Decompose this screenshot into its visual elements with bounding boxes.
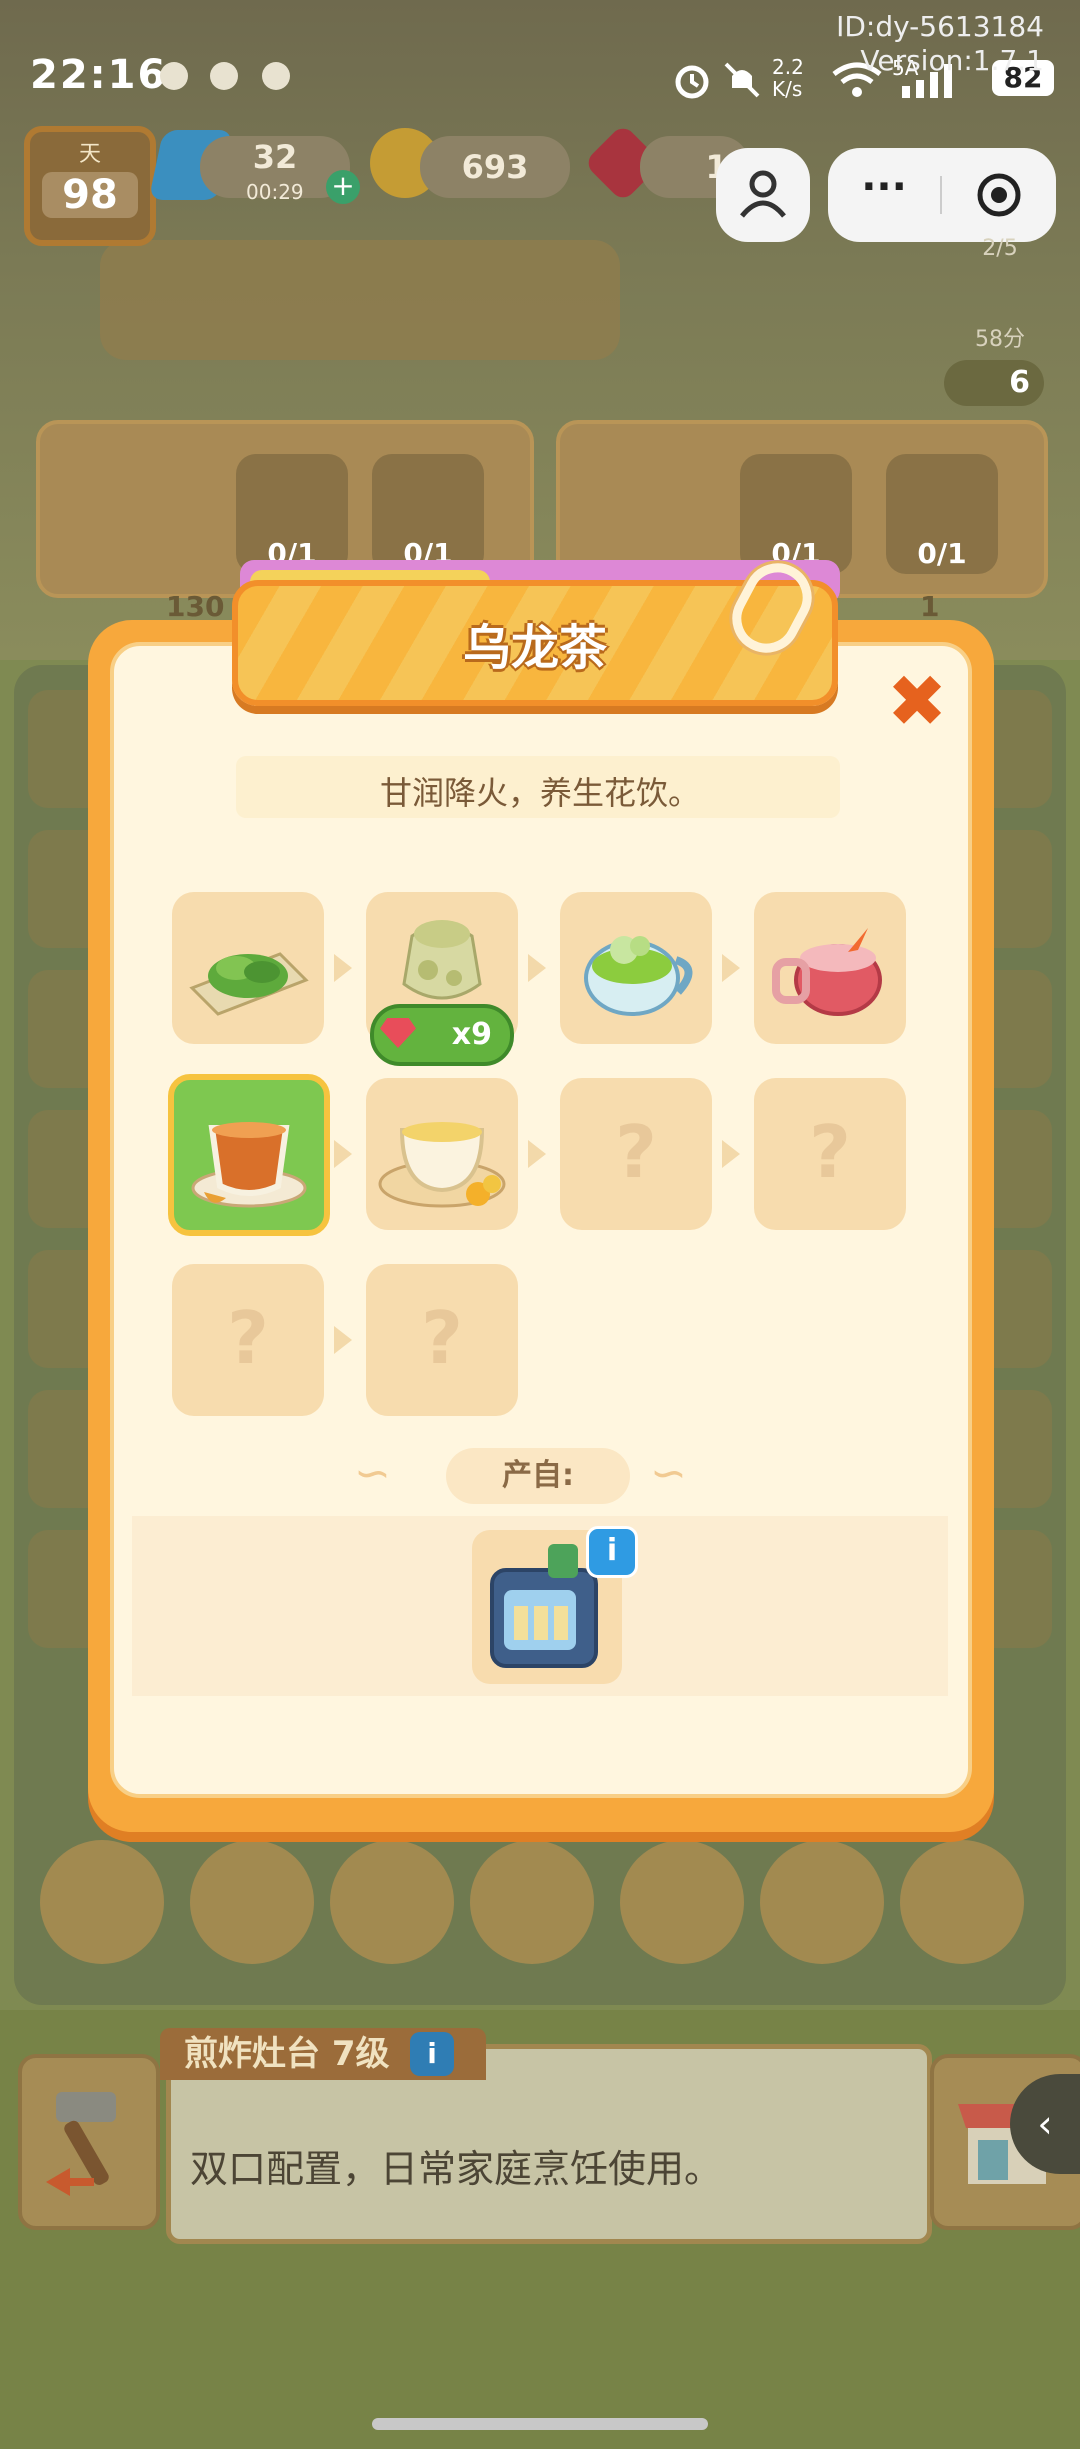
order-count: 130: [166, 590, 225, 623]
hammer-icon: [46, 2092, 116, 2196]
board-item[interactable]: [330, 1840, 454, 1964]
side-timer-minutes: 58分: [975, 327, 1025, 352]
side-timer-count: 2/5: [982, 236, 1018, 261]
unknown-item-icon: ?: [615, 1110, 657, 1194]
order-slot: 0/1: [236, 454, 348, 574]
day-label: 天: [78, 142, 101, 167]
chevron-left-icon: ‹: [1037, 2102, 1053, 2146]
day-counter: 天 98: [24, 126, 156, 246]
background-shelf: [100, 240, 620, 360]
chain-arrow: [528, 1140, 546, 1168]
close-button[interactable]: ✖: [884, 665, 950, 737]
board-item[interactable]: [760, 1840, 884, 1964]
board-item[interactable]: [900, 1840, 1024, 1964]
order-progress: 0/1: [917, 537, 967, 570]
green-tea-cup-icon: [584, 936, 693, 1016]
chain-slot-locked[interactable]: ?: [366, 1264, 518, 1416]
source-info-button[interactable]: i: [586, 1526, 638, 1578]
order-slot: 0/1: [886, 454, 998, 574]
chain-arrow: [334, 954, 352, 982]
chain-arrow: [722, 1140, 740, 1168]
order-slot: 0/1: [740, 454, 852, 574]
day-value: 98: [42, 172, 138, 218]
oolong-tea-icon: [191, 1122, 307, 1208]
unknown-item-icon: ?: [421, 1296, 463, 1380]
tea-leaves-icon: [189, 952, 309, 1016]
id-text: ID:dy-5613184: [836, 10, 1044, 43]
modal-description: 甘润降火，养生花饮。: [379, 774, 700, 812]
source-label: 产自:: [446, 1448, 630, 1504]
chain-arrow: [334, 1326, 352, 1354]
chain-arrow: [334, 1140, 352, 1168]
miniprogram-capsule: ···: [828, 148, 1056, 242]
coin-value: 693: [461, 148, 529, 186]
info-panel-badge[interactable]: i: [410, 2032, 454, 2076]
stars-badge[interactable]: 6: [944, 360, 1044, 406]
more-button[interactable]: ···: [828, 140, 940, 234]
status-time: 22:16: [30, 52, 168, 98]
chain-slot-current[interactable]: [168, 1074, 330, 1236]
notification-icon: [262, 62, 290, 90]
chain-slot-locked[interactable]: ?: [560, 1078, 712, 1230]
swirl-ornament-left: ∽: [354, 1448, 391, 1499]
close-icon: ✖: [886, 659, 948, 743]
unlock-price: x9: [451, 1017, 492, 1052]
coin-pill[interactable]: 693: [420, 136, 570, 198]
chain-slot-locked[interactable]: ?: [754, 1078, 906, 1230]
capsule-divider: [940, 176, 942, 214]
board-item[interactable]: [190, 1840, 314, 1964]
chain-arrow: [722, 954, 740, 982]
debug-overlay: ID:dy-5613184 Version:1.7.1: [836, 10, 1044, 78]
order-slot: 0/1: [372, 454, 484, 574]
close-miniprogram-icon[interactable]: [974, 170, 1024, 220]
mute-icon: [724, 62, 760, 98]
chain-slot-locked[interactable]: ?: [172, 1264, 324, 1416]
board-item[interactable]: [620, 1840, 744, 1964]
home-indicator[interactable]: [372, 2418, 708, 2430]
add-energy-button[interactable]: +: [326, 170, 360, 204]
version-text: Version:1.7.1: [860, 44, 1044, 77]
energy-value: 32: [252, 138, 298, 176]
notification-icon: [210, 62, 238, 90]
side-timer: 2/5 58分: [960, 236, 1040, 353]
info-panel-text: 双口配置，日常家庭烹饪使用。: [190, 2147, 723, 2191]
board-item[interactable]: [470, 1840, 594, 1964]
chrysanthemum-tea-icon: [378, 1122, 506, 1208]
chain-slot[interactable]: [366, 1078, 518, 1230]
energy-timer: 00:29: [246, 180, 304, 204]
chain-slot[interactable]: [560, 892, 712, 1044]
stars-count: 6: [1009, 365, 1030, 400]
profile-button[interactable]: [716, 148, 810, 242]
board-item[interactable]: [40, 1840, 164, 1964]
build-button[interactable]: [18, 2054, 160, 2230]
chain-arrow: [528, 954, 546, 982]
chain-slot[interactable]: [754, 892, 906, 1044]
order-count: 1: [920, 590, 940, 623]
chain-slot[interactable]: [172, 892, 324, 1044]
unknown-item-icon: ?: [227, 1296, 269, 1380]
swirl-ornament-right: ∽: [650, 1448, 687, 1499]
alarm-icon: [675, 65, 709, 99]
red-tea-mug-icon: [772, 928, 882, 1016]
network-speed: 2.2 K/s: [772, 55, 804, 101]
user-icon: [740, 170, 786, 218]
notification-icon: [160, 62, 188, 90]
unknown-item-icon: ?: [809, 1110, 851, 1194]
